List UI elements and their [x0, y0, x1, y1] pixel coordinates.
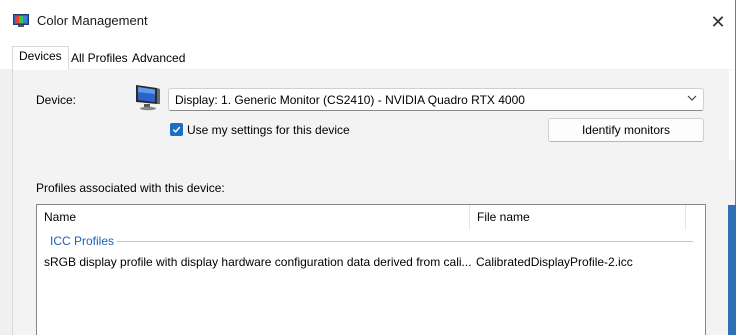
monitor-icon — [133, 83, 163, 111]
checkmark-icon — [172, 126, 181, 133]
device-label: Device: — [36, 93, 77, 107]
color-management-window: Color Management ✕ Devices All Profiles … — [0, 0, 736, 335]
window-title: Color Management — [37, 13, 148, 28]
tab-devices[interactable]: Devices — [12, 46, 69, 70]
group-header-icc-profiles[interactable]: ICC Profiles — [50, 234, 114, 248]
table-row[interactable]: sRGB display profile with display hardwa… — [38, 253, 704, 271]
close-icon: ✕ — [710, 11, 726, 32]
profile-file-cell: CalibratedDisplayProfile-2.icc — [476, 255, 633, 269]
tab-advanced[interactable]: Advanced — [125, 48, 192, 69]
close-button[interactable]: ✕ — [700, 8, 736, 36]
tab-strip: Devices All Profiles Advanced — [0, 39, 735, 70]
identify-monitors-button[interactable]: Identify monitors — [548, 118, 704, 142]
use-my-settings-label[interactable]: Use my settings for this device — [187, 123, 350, 137]
column-separator[interactable] — [685, 205, 686, 230]
color-management-icon — [13, 14, 29, 28]
column-header-file-name[interactable]: File name — [470, 205, 685, 230]
profiles-label: Profiles associated with this device: — [36, 181, 225, 195]
title-bar: Color Management ✕ — [0, 0, 735, 39]
device-select[interactable]: Display: 1. Generic Monitor (CS2410) - N… — [168, 88, 704, 111]
device-select-value: Display: 1. Generic Monitor (CS2410) - N… — [175, 93, 525, 107]
profiles-list[interactable]: Name File name ICC Profiles sRGB display… — [36, 204, 706, 335]
profile-name-cell: sRGB display profile with display hardwa… — [44, 255, 472, 269]
chevron-down-icon — [687, 92, 697, 107]
group-divider — [117, 241, 693, 242]
window-edge — [729, 70, 735, 160]
column-header-name[interactable]: Name — [37, 205, 469, 230]
use-my-settings-checkbox[interactable] — [170, 123, 183, 136]
desktop-background — [728, 205, 736, 335]
